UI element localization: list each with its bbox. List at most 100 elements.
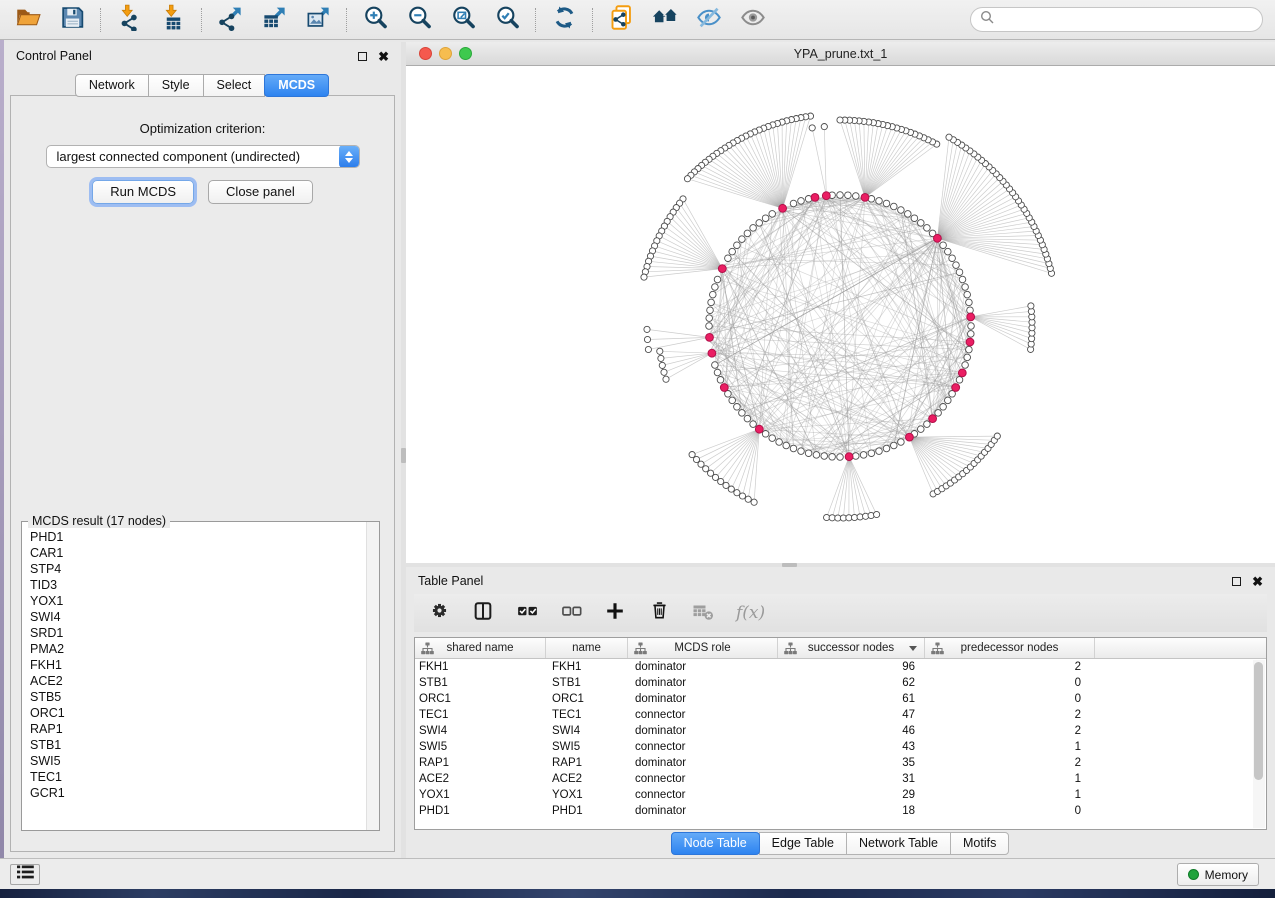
close-icon[interactable]: ✖ bbox=[1252, 575, 1263, 588]
columns-button[interactable] bbox=[472, 602, 494, 624]
table-row[interactable]: SWI4SWI4dominator462 bbox=[415, 723, 1266, 739]
table-cell: YOX1 bbox=[415, 789, 546, 801]
mcds-result-item[interactable]: TID3 bbox=[30, 577, 379, 593]
show-eye-button[interactable] bbox=[739, 6, 767, 34]
search-box[interactable] bbox=[970, 7, 1263, 32]
table-row[interactable]: PHD1PHD1dominator180 bbox=[415, 803, 1266, 819]
table-scrollbar[interactable] bbox=[1253, 660, 1265, 828]
mcds-result-item[interactable]: CAR1 bbox=[30, 545, 379, 561]
mcds-result-item[interactable]: YOX1 bbox=[30, 593, 379, 609]
table-row[interactable]: SWI5SWI5connector431 bbox=[415, 739, 1266, 755]
column-header-successor-nodes[interactable]: successor nodes bbox=[778, 638, 925, 658]
mcds-result-item[interactable]: GCR1 bbox=[30, 785, 379, 801]
zoom-out-icon bbox=[406, 4, 433, 36]
select-all-checks-button[interactable] bbox=[516, 602, 538, 624]
zoom-in-button[interactable] bbox=[361, 6, 389, 34]
network-from-selection-button[interactable] bbox=[607, 6, 635, 34]
table-cell: 2 bbox=[925, 661, 1095, 673]
column-header-name[interactable]: name bbox=[546, 638, 628, 658]
mcds-result-item[interactable]: TEC1 bbox=[30, 769, 379, 785]
refresh-layout-button[interactable] bbox=[550, 6, 578, 34]
mcds-result-item[interactable]: PHD1 bbox=[30, 529, 379, 545]
column-label: MCDS role bbox=[674, 642, 730, 654]
select-stepper-icon bbox=[339, 145, 359, 168]
zoom-out-button[interactable] bbox=[405, 6, 433, 34]
table-panel-title: Table Panel bbox=[418, 574, 483, 588]
table-cell: ORC1 bbox=[415, 693, 546, 705]
mcds-result-item[interactable]: FKH1 bbox=[30, 657, 379, 673]
table-row[interactable]: RAP1RAP1dominator352 bbox=[415, 755, 1266, 771]
control-panel-title: Control Panel bbox=[16, 49, 92, 63]
table-row[interactable]: STB1STB1dominator620 bbox=[415, 675, 1266, 691]
table-row[interactable]: TEC1TEC1connector472 bbox=[415, 707, 1266, 723]
tab-mcds[interactable]: MCDS bbox=[264, 74, 329, 97]
float-window-icon[interactable] bbox=[1232, 577, 1241, 586]
close-icon[interactable]: ✖ bbox=[378, 50, 389, 63]
table-cell: 1 bbox=[925, 773, 1095, 785]
add-plus-button[interactable] bbox=[604, 602, 626, 624]
network-canvas[interactable] bbox=[406, 66, 1275, 563]
float-window-icon[interactable] bbox=[358, 52, 367, 61]
tab-style[interactable]: Style bbox=[148, 74, 204, 97]
open-folder-button[interactable] bbox=[14, 6, 42, 34]
optimization-criterion-select[interactable]: largest connected component (undirected) bbox=[46, 145, 360, 168]
houses-layout-button[interactable] bbox=[651, 6, 679, 34]
mcds-list-scrollbar[interactable] bbox=[366, 522, 379, 830]
control-panel-tabbar: NetworkStyleSelectMCDS bbox=[4, 74, 401, 97]
import-network-button[interactable] bbox=[115, 6, 143, 34]
mcds-result-item[interactable]: SWI4 bbox=[30, 609, 379, 625]
tab-edge-table[interactable]: Edge Table bbox=[759, 832, 847, 855]
memory-button[interactable]: Memory bbox=[1177, 863, 1259, 886]
table-cell: YOX1 bbox=[546, 789, 628, 801]
mcds-result-group: PHD1CAR1STP4TID3YOX1SWI4SRD1PMA2FKH1ACE2… bbox=[21, 521, 380, 831]
mcds-result-item[interactable]: RAP1 bbox=[30, 721, 379, 737]
tab-node-table[interactable]: Node Table bbox=[671, 832, 760, 855]
mcds-result-item[interactable]: STB1 bbox=[30, 737, 379, 753]
column-header-MCDS-role[interactable]: MCDS role bbox=[628, 638, 778, 658]
save-floppy-button[interactable] bbox=[58, 6, 86, 34]
settings-gear-button[interactable] bbox=[428, 602, 450, 624]
mcds-result-item[interactable]: SRD1 bbox=[30, 625, 379, 641]
mcds-result-item[interactable]: SWI5 bbox=[30, 753, 379, 769]
export-image-button[interactable] bbox=[304, 6, 332, 34]
column-header-shared-name[interactable]: shared name bbox=[415, 638, 546, 658]
table-row[interactable]: ACE2ACE2connector311 bbox=[415, 771, 1266, 787]
mcds-result-item[interactable]: STB5 bbox=[30, 689, 379, 705]
table-cell: RAP1 bbox=[546, 757, 628, 769]
table-row[interactable]: FKH1FKH1dominator962 bbox=[415, 659, 1266, 675]
export-table-button[interactable] bbox=[260, 6, 288, 34]
tab-network-table[interactable]: Network Table bbox=[846, 832, 951, 855]
table-scrollbar-thumb[interactable] bbox=[1254, 662, 1263, 780]
hide-eye-button[interactable] bbox=[695, 6, 723, 34]
table-row[interactable]: ORC1ORC1dominator610 bbox=[415, 691, 1266, 707]
tab-network[interactable]: Network bbox=[75, 74, 149, 97]
table-cell: dominator bbox=[628, 805, 778, 817]
table-cell: 29 bbox=[778, 789, 925, 801]
export-network-button[interactable] bbox=[216, 6, 244, 34]
table-header-row: shared namename MCDS role successor nodesp… bbox=[415, 638, 1266, 659]
tab-select[interactable]: Select bbox=[203, 74, 266, 97]
zoom-in-icon bbox=[362, 4, 389, 36]
search-input[interactable] bbox=[1000, 13, 1253, 27]
houses-layout-icon bbox=[651, 4, 680, 36]
mcds-result-title: MCDS result (17 nodes) bbox=[28, 514, 170, 528]
run-mcds-button[interactable]: Run MCDS bbox=[92, 180, 194, 204]
import-table-button[interactable] bbox=[159, 6, 187, 34]
toolbar-group bbox=[101, 6, 201, 34]
task-history-button[interactable] bbox=[10, 864, 40, 885]
deselect-all-boxes-button[interactable] bbox=[560, 602, 582, 624]
mcds-result-item[interactable]: ACE2 bbox=[30, 673, 379, 689]
control-panel: Control Panel ✖ NetworkStyleSelectMCDS O… bbox=[4, 42, 401, 858]
tab-motifs[interactable]: Motifs bbox=[950, 832, 1009, 855]
delete-trash-button[interactable] bbox=[648, 602, 670, 624]
close-panel-button[interactable]: Close panel bbox=[208, 180, 313, 204]
mcds-result-item[interactable]: ORC1 bbox=[30, 705, 379, 721]
column-header-predecessor-nodes[interactable]: predecessor nodes bbox=[925, 638, 1095, 658]
mcds-result-item[interactable]: PMA2 bbox=[30, 641, 379, 657]
zoom-fit-button[interactable] bbox=[449, 6, 477, 34]
table-row[interactable]: YOX1YOX1connector291 bbox=[415, 787, 1266, 803]
zoom-selected-button[interactable] bbox=[493, 6, 521, 34]
toolbar-group bbox=[202, 6, 346, 34]
mcds-result-item[interactable]: STP4 bbox=[30, 561, 379, 577]
table-cell: TEC1 bbox=[546, 709, 628, 721]
